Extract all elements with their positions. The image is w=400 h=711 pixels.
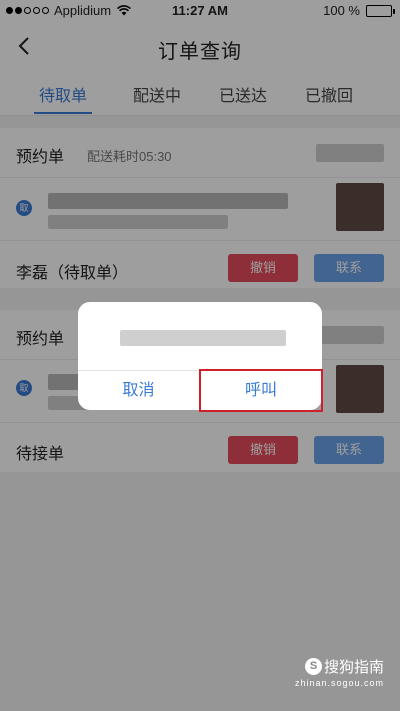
dialog-cancel-button[interactable]: 取消 — [78, 371, 199, 410]
watermark-text: 搜狗指南 — [323, 659, 384, 676]
call-button-highlight — [199, 369, 323, 412]
watermark-logo: S 搜狗指南 — [295, 656, 384, 677]
watermark-url: zhinan.sogou.com — [294, 678, 384, 688]
sogou-logo-icon: S — [304, 658, 322, 675]
blurred-phone-number — [120, 330, 286, 346]
watermark: S 搜狗指南 zhinan.sogou.com — [295, 656, 384, 688]
